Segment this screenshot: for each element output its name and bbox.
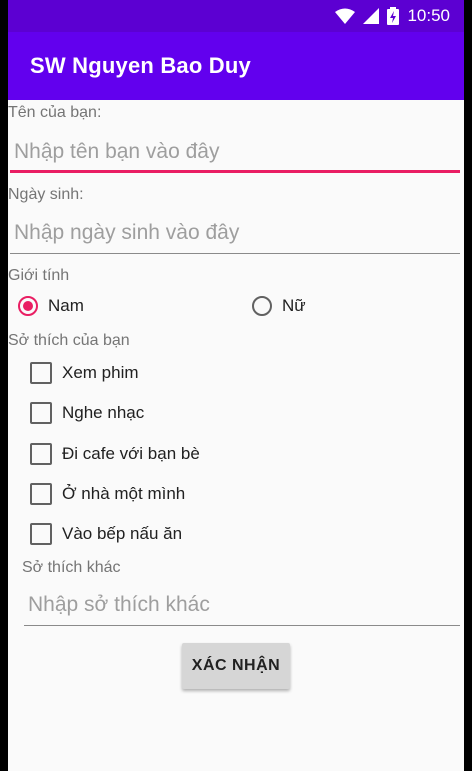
battery-icon (387, 7, 400, 25)
checkbox-icon (30, 443, 52, 465)
radio-male-label: Nam (48, 296, 84, 315)
hobbies-label: Sở thích của bạn (8, 332, 130, 349)
other-hobby-field[interactable] (24, 588, 464, 626)
hobby-label: Xem phim (62, 363, 139, 382)
hobby-checkbox[interactable]: Nghe nhạc (30, 402, 144, 424)
radio-female-label: Nữ (282, 296, 306, 315)
app-title: SW Nguyen Bao Duy (30, 53, 251, 78)
dob-input[interactable] (10, 216, 464, 250)
status-bar: 10:50 (8, 0, 464, 32)
checkbox-icon (30, 362, 52, 384)
submit-button[interactable]: XÁC NHẬN (182, 643, 290, 689)
radio-unchecked-icon (252, 296, 272, 316)
status-time: 10:50 (407, 6, 450, 25)
name-field[interactable] (10, 135, 464, 173)
checkbox-icon (30, 483, 52, 505)
hobby-checkbox[interactable]: Xem phim (30, 362, 139, 384)
hobby-label: Nghe nhạc (62, 403, 145, 422)
gender-label: Giới tính (8, 267, 70, 284)
other-hobby-input[interactable] (24, 588, 464, 622)
hobby-checkbox[interactable]: Đi cafe với bạn bè (30, 443, 200, 465)
wifi-icon (335, 8, 356, 24)
dob-label: Ngày sinh: (8, 186, 84, 203)
dob-field[interactable] (10, 216, 464, 254)
other-hobby-label: Sở thích khác (22, 559, 121, 576)
name-label: Tên của bạn: (8, 104, 102, 121)
name-input[interactable] (10, 135, 464, 169)
hobby-checkbox[interactable]: Vào bếp nấu ăn (30, 523, 182, 545)
app-screen: 10:50 SW Nguyen Bao Duy Tên của bạn: Ngà… (8, 0, 464, 771)
hobby-checkbox[interactable]: Ở nhà một mình (30, 483, 185, 505)
signal-icon (363, 8, 380, 24)
checkbox-icon (30, 523, 52, 545)
app-bar: SW Nguyen Bao Duy (8, 32, 464, 100)
checkbox-icon (30, 402, 52, 424)
hobby-label: Vào bếp nấu ăn (62, 524, 183, 543)
radio-female[interactable]: Nữ (252, 296, 306, 316)
hobby-label: Đi cafe với bạn bè (62, 444, 200, 463)
radio-checked-icon (18, 296, 38, 316)
radio-male[interactable]: Nam (18, 296, 84, 316)
hobby-label: Ở nhà một mình (62, 484, 186, 503)
